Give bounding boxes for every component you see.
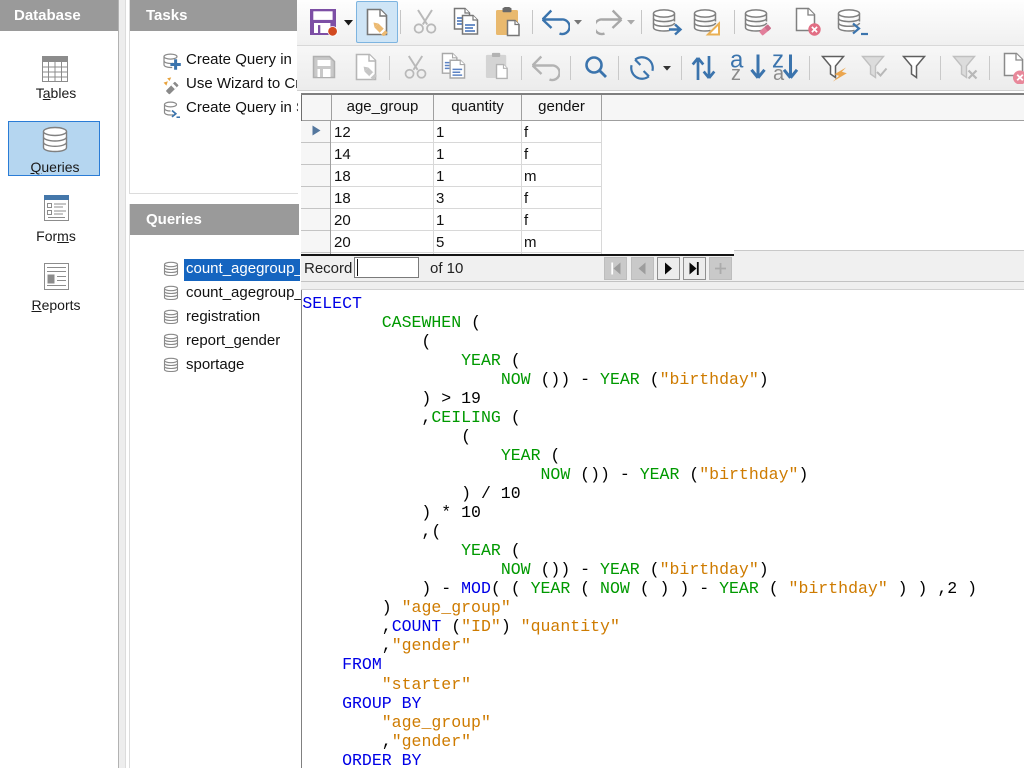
svg-text:a: a xyxy=(773,63,785,81)
svg-text:z: z xyxy=(731,63,741,81)
